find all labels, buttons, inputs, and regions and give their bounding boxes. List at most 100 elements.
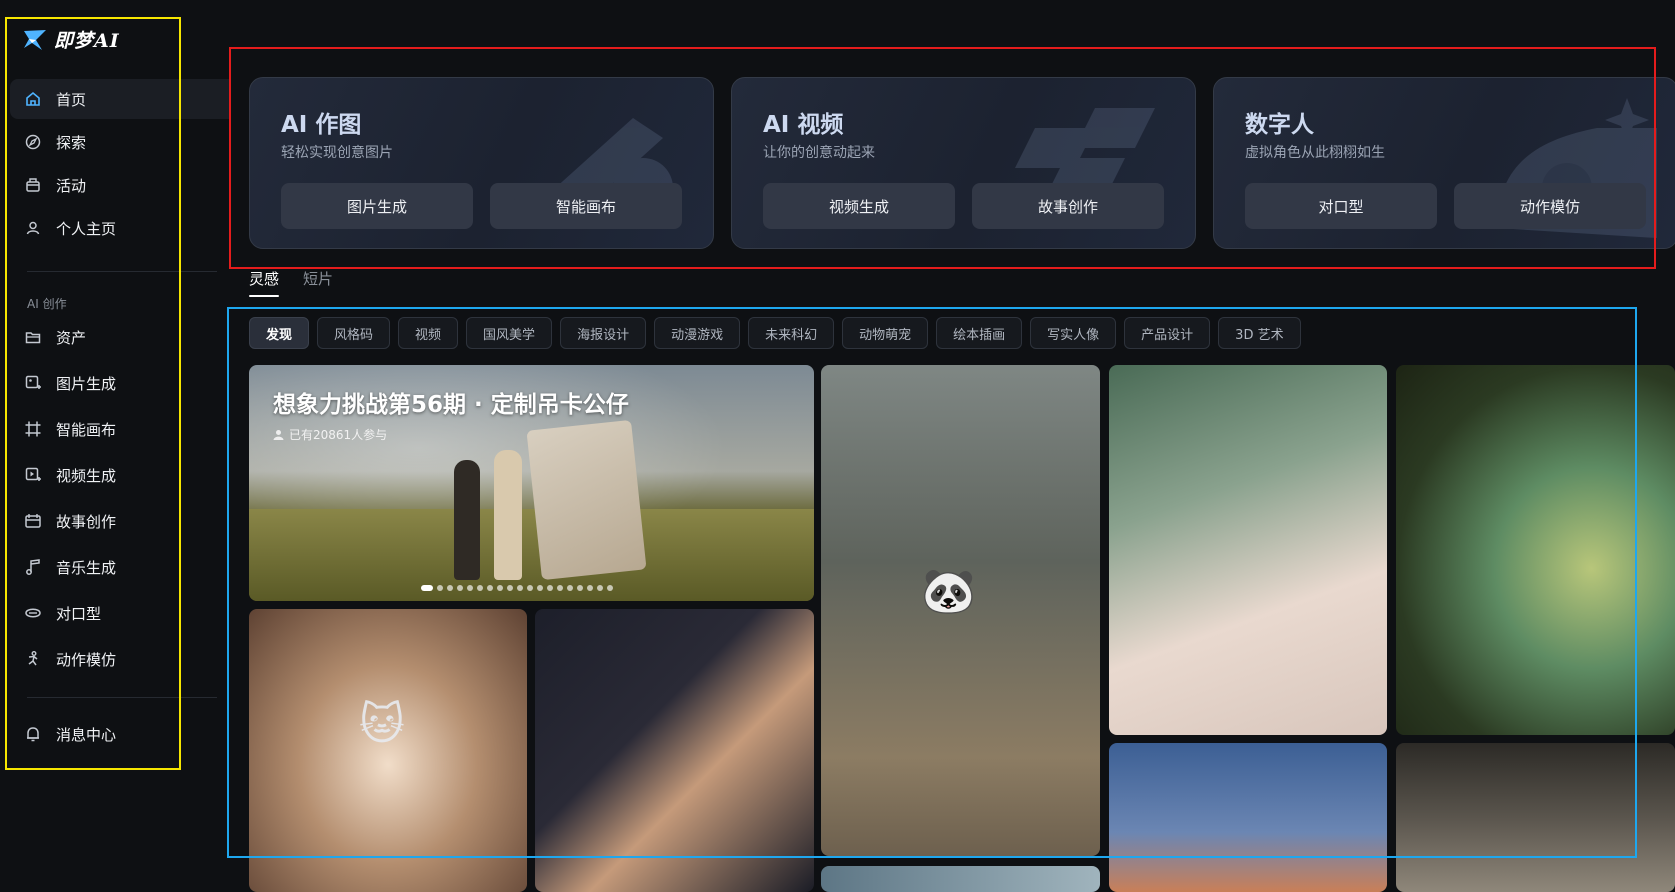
carousel-dot[interactable] xyxy=(467,585,473,591)
compass-icon xyxy=(24,133,42,151)
sidebar-item-music[interactable]: 音乐生成 xyxy=(10,547,230,587)
chip-guofeng[interactable]: 国风美学 xyxy=(466,317,553,349)
gallery-item[interactable] xyxy=(1109,743,1387,892)
carousel-dot[interactable] xyxy=(497,585,503,591)
tab-shorts[interactable]: 短片 xyxy=(303,268,333,297)
sidebar-item-video-gen[interactable]: 视频生成 xyxy=(10,455,230,495)
content-tabs: 灵感 短片 xyxy=(249,268,333,297)
sidebar-item-messages[interactable]: 消息中心 xyxy=(10,714,230,754)
carousel-dot[interactable] xyxy=(527,585,533,591)
banner-participants: 已有20861人参与 xyxy=(273,426,387,443)
carousel-dot[interactable] xyxy=(587,585,593,591)
tab-inspiration[interactable]: 灵感 xyxy=(249,268,280,297)
image-gen-button[interactable]: 图片生成 xyxy=(281,183,473,229)
carousel-dot[interactable] xyxy=(421,585,433,591)
video-gen-icon xyxy=(24,466,42,484)
carousel-dot[interactable] xyxy=(537,585,543,591)
sidebar-item-explore[interactable]: 探索 xyxy=(10,122,230,162)
card-title: 数字人 xyxy=(1245,112,1314,138)
sidebar-item-label: 对口型 xyxy=(56,604,102,623)
carousel-dot[interactable] xyxy=(437,585,443,591)
sidebar-item-label: 动作模仿 xyxy=(56,650,117,669)
chip-poster[interactable]: 海报设计 xyxy=(560,317,647,349)
carousel-dot[interactable] xyxy=(477,585,483,591)
chip-discover[interactable]: 发现 xyxy=(249,317,310,349)
sidebar-item-story[interactable]: 故事创作 xyxy=(10,501,230,541)
feature-card-ai-video: AI 视频 让你的创意动起来 视频生成 故事创作 xyxy=(731,77,1196,249)
chip-product[interactable]: 产品设计 xyxy=(1124,317,1211,349)
card-subtitle: 让你的创意动起来 xyxy=(763,145,875,161)
sidebar-item-assets[interactable]: 资产 xyxy=(10,317,230,357)
gallery-item[interactable] xyxy=(535,609,814,892)
gallery-item[interactable] xyxy=(1109,365,1387,735)
category-chips: 发现 风格码 视频 国风美学 海报设计 动漫游戏 未来科幻 动物萌宠 绘本插画 … xyxy=(249,317,1301,349)
sidebar-item-lipsync[interactable]: 对口型 xyxy=(10,593,230,633)
card-title: AI 视频 xyxy=(763,112,844,138)
participants-text: 已有20861人参与 xyxy=(289,428,388,442)
logo-text: 即梦AI xyxy=(54,30,120,52)
card-subtitle: 轻松实现创意图片 xyxy=(281,145,393,161)
sidebar-item-image-gen[interactable]: 图片生成 xyxy=(10,363,230,403)
sidebar-item-activity[interactable]: 活动 xyxy=(10,165,230,205)
sidebar-item-label: 故事创作 xyxy=(56,512,117,531)
sidebar-item-home[interactable]: 首页 xyxy=(10,79,230,119)
story-icon xyxy=(24,512,42,530)
gallery-item[interactable] xyxy=(821,866,1100,892)
feature-cards: AI 作图 轻松实现创意图片 图片生成 智能画布 AI 视频 让你的创意动起来 … xyxy=(249,77,1675,249)
canvas-button[interactable]: 智能画布 xyxy=(490,183,682,229)
sidebar-item-label: 视频生成 xyxy=(56,466,117,485)
bell-icon xyxy=(24,725,42,743)
motion-button[interactable]: 动作模仿 xyxy=(1454,183,1646,229)
user-icon xyxy=(24,219,42,237)
carousel-dot[interactable] xyxy=(557,585,563,591)
challenge-banner[interactable]: 想象力挑战第56期 · 定制吊卡公仔 已有20861人参与 xyxy=(249,365,814,601)
carousel-dot[interactable] xyxy=(447,585,453,591)
banner-figure xyxy=(454,460,480,580)
carousel-dot[interactable] xyxy=(577,585,583,591)
sidebar-item-profile[interactable]: 个人主页 xyxy=(10,208,230,248)
carousel-dot[interactable] xyxy=(457,585,463,591)
gallery-item[interactable]: 🐼 xyxy=(821,365,1100,856)
chip-pets[interactable]: 动物萌宠 xyxy=(842,317,929,349)
sidebar-item-label: 探索 xyxy=(56,133,87,152)
gallery-item[interactable] xyxy=(1396,365,1675,735)
sidebar: 即梦AI 首页 探索 活动 个人主页 AI 创作 资产 图片生成 智能画布 视频… xyxy=(0,0,230,892)
sidebar-item-label: 个人主页 xyxy=(56,219,117,238)
banner-toy-box xyxy=(526,419,647,581)
carousel-dot[interactable] xyxy=(567,585,573,591)
sidebar-item-label: 首页 xyxy=(56,90,87,109)
carousel-dot[interactable] xyxy=(597,585,603,591)
chip-portrait[interactable]: 写实人像 xyxy=(1030,317,1117,349)
story-button[interactable]: 故事创作 xyxy=(972,183,1164,229)
carousel-dot[interactable] xyxy=(507,585,513,591)
chip-3d-art[interactable]: 3D 艺术 xyxy=(1218,317,1301,349)
carousel-dots xyxy=(421,585,613,591)
carousel-dot[interactable] xyxy=(487,585,493,591)
image-gen-icon xyxy=(24,374,42,392)
carousel-dot[interactable] xyxy=(607,585,613,591)
carousel-dot[interactable] xyxy=(517,585,523,591)
user-icon xyxy=(273,430,284,440)
chip-style-code[interactable]: 风格码 xyxy=(317,317,391,349)
gallery-item[interactable] xyxy=(1396,743,1675,892)
app-logo[interactable]: 即梦AI xyxy=(22,26,120,53)
sidebar-item-canvas[interactable]: 智能画布 xyxy=(10,409,230,449)
video-gen-button[interactable]: 视频生成 xyxy=(763,183,955,229)
lipsync-button[interactable]: 对口型 xyxy=(1245,183,1437,229)
chip-scifi[interactable]: 未来科幻 xyxy=(748,317,835,349)
motion-icon xyxy=(24,650,42,668)
chip-anime-game[interactable]: 动漫游戏 xyxy=(654,317,741,349)
sidebar-item-label: 音乐生成 xyxy=(56,558,117,577)
chip-video[interactable]: 视频 xyxy=(398,317,459,349)
sidebar-item-motion[interactable]: 动作模仿 xyxy=(10,639,230,679)
card-subtitle: 虚拟角色从此栩栩如生 xyxy=(1245,145,1385,161)
chip-picture-book[interactable]: 绘本插画 xyxy=(936,317,1023,349)
cat-glyph: 🐱 xyxy=(359,699,405,750)
carousel-dot[interactable] xyxy=(547,585,553,591)
sidebar-item-label: 资产 xyxy=(56,328,87,347)
feature-card-ai-image: AI 作图 轻松实现创意图片 图片生成 智能画布 xyxy=(249,77,714,249)
sidebar-item-label: 消息中心 xyxy=(56,725,117,744)
sidebar-section-label: AI 创作 xyxy=(27,297,67,311)
banner-title: 想象力挑战第56期 · 定制吊卡公仔 xyxy=(273,392,629,418)
gallery-item[interactable]: 🐱 xyxy=(249,609,527,892)
